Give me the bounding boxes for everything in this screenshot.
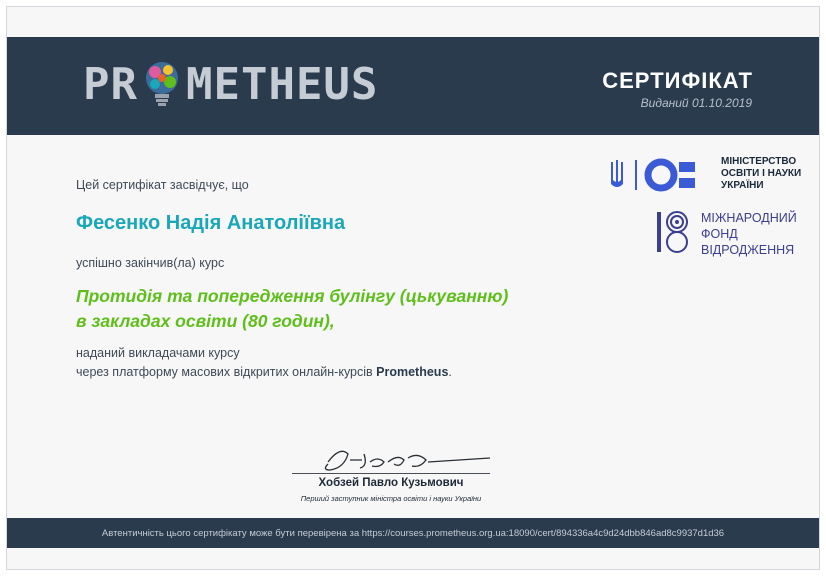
ministry-emblem-icon	[611, 158, 695, 192]
irf-emblem-icon	[657, 211, 688, 253]
signer-name: Хобзей Павло Кузьмович	[318, 477, 464, 489]
provided-line2: через платформу масових відкритих онлайн…	[76, 363, 452, 382]
provided-line1: наданий викладачами курсу	[76, 346, 240, 360]
certificate-title: СЕРТИФІКАТ	[602, 68, 753, 93]
provided-line2-suffix: .	[448, 365, 452, 379]
provided-text: наданий викладачами курсу через платформ…	[76, 344, 452, 382]
verification-footer: Автентичність цього сертифікату може бут…	[7, 518, 819, 548]
irf-name-line3: ВІДРОДЖЕННЯ	[701, 243, 795, 257]
course-title-line2: в закладах освіти (80 годин),	[76, 311, 335, 331]
verification-text: Автентичність цього сертифікату може бут…	[101, 527, 725, 539]
ministry-name-line2: ОСВІТИ І НАУКИ	[721, 168, 802, 179]
provided-line2-prefix: через платформу масових відкритих онлайн…	[76, 365, 377, 379]
ministry-name-line1: МІНІСТЕРСТВО	[721, 156, 797, 167]
ministry-name: МІНІСТЕРСТВО ОСВІТИ І НАУКИ УКРАЇНИ	[721, 156, 801, 192]
completed-text: успішно закінчив(ла) курс	[76, 256, 225, 270]
irf-logo: МІЖНАРОДНИЙ ФОНД ВІДРОДЖЕННЯ	[655, 210, 797, 258]
issue-date: Виданий 01.10.2019	[640, 96, 752, 110]
ministry-logo: МІНІСТЕРСТВО ОСВІТИ І НАУКИ УКРАЇНИ	[605, 156, 801, 192]
platform-name: Prometheus	[376, 365, 449, 379]
prometheus-logo: PR METHEUS	[83, 58, 378, 110]
intro-text: Цей сертифікат засвідчує, що	[76, 178, 249, 192]
recipient-name: Фесенко Надія Анатоліївна	[76, 212, 346, 234]
irf-name-line1: МІЖНАРОДНИЙ	[701, 211, 797, 225]
handwritten-signature	[324, 450, 491, 471]
logo-text-right: METHEUS	[185, 58, 379, 110]
irf-name: МІЖНАРОДНИЙ ФОНД ВІДРОДЖЕННЯ	[701, 210, 797, 258]
irf-name-line2: ФОНД	[701, 227, 738, 241]
signer-position: Перший заступник міністра освіти і науки…	[300, 494, 482, 503]
lightbulb-icon	[145, 62, 178, 106]
course-title: Протидія та попередження булінгу (цькува…	[76, 284, 596, 334]
course-title-line1: Протидія та попередження булінгу (цькува…	[76, 286, 509, 306]
ministry-name-line3: УКРАЇНИ	[721, 180, 764, 191]
logo-text-left: PR	[83, 58, 138, 110]
certificate-page: PR METHEUS СЕРТИФІКАТ Виданий 01.10.2019…	[0, 0, 826, 577]
signature-line	[292, 473, 490, 474]
